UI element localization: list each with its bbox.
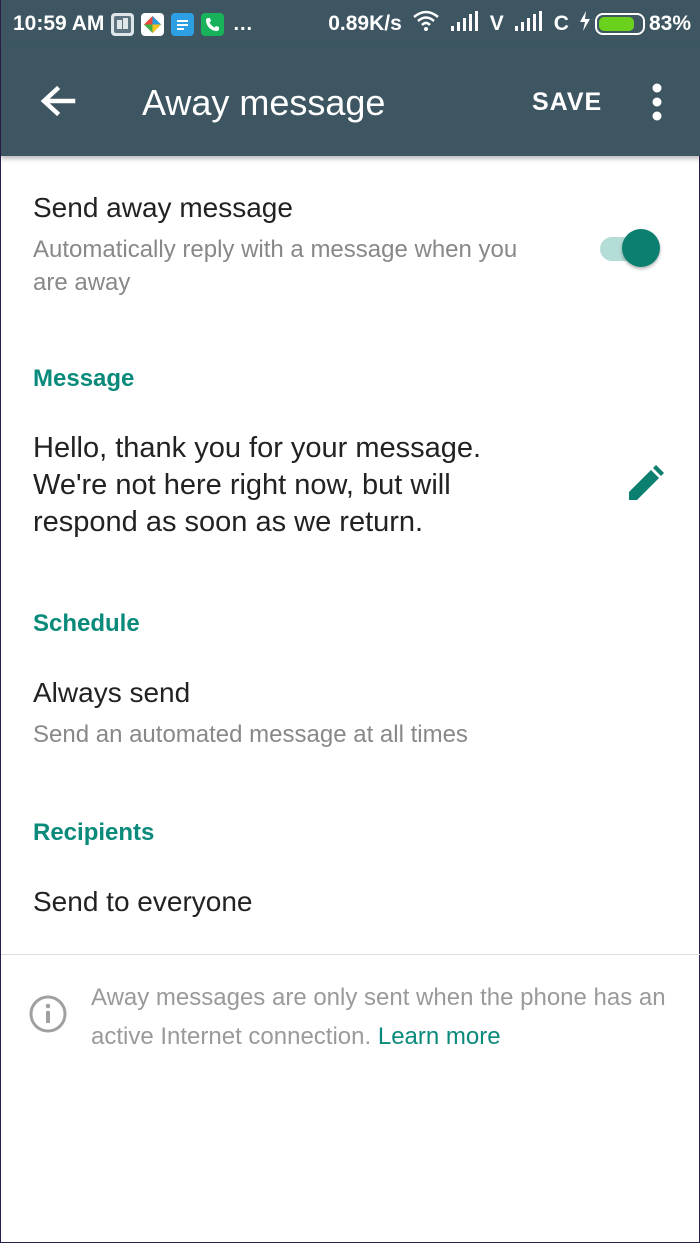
status-time: 10:59 AM (13, 12, 105, 35)
schedule-title: Always send (33, 677, 191, 708)
recipients-title: Send to everyone (33, 886, 253, 917)
arrow-back-icon (40, 85, 76, 117)
save-button[interactable]: SAVE (532, 88, 602, 117)
info-icon (28, 994, 68, 1034)
charging-icon (579, 11, 591, 37)
message-text: Hello, thank you for your message. We're… (33, 432, 482, 538)
gallery-app-icon (111, 12, 135, 36)
send-away-toggle[interactable] (598, 223, 664, 267)
send-away-title: Send away message (33, 192, 293, 223)
wifi-icon (412, 10, 440, 38)
signal-icon (514, 10, 544, 38)
battery-icon (594, 13, 645, 35)
recipients-row[interactable]: Send to everyone (1, 868, 700, 938)
docs-app-icon (171, 12, 195, 36)
back-button[interactable] (31, 76, 83, 128)
message-section-header: Message (33, 365, 135, 392)
phone-app-icon (201, 12, 225, 36)
battery-percent: 83% (648, 12, 691, 35)
app-bar: Away message SAVE (1, 48, 700, 156)
schedule-row[interactable]: Always send Send an automated message at… (1, 661, 700, 771)
carrier-label-2: C (553, 12, 569, 35)
schedule-subtitle: Send an automated message at all times (33, 721, 468, 748)
more-vert-icon (652, 83, 662, 121)
info-footer: Away messages are only sent when the pho… (91, 978, 671, 1056)
send-away-row[interactable]: Send away message Automatically reply wi… (1, 178, 700, 308)
page-title: Away message (142, 82, 386, 123)
learn-more-link[interactable]: Learn more (378, 1023, 501, 1050)
network-speed: 0.89K/s (328, 12, 402, 35)
signal-icon (450, 10, 480, 38)
recipients-section-header: Recipients (33, 819, 155, 846)
status-bar: 10:59 AM ... 0.89K/s V C 83% (1, 0, 700, 48)
message-row[interactable]: Hello, thank you for your message. We're… (1, 416, 700, 556)
more-options-button[interactable] (639, 80, 675, 124)
pencil-icon (629, 465, 664, 500)
games-app-icon (141, 12, 165, 36)
schedule-section-header: Schedule (33, 610, 140, 637)
more-notifications: ... (233, 12, 254, 35)
divider (1, 954, 700, 955)
edit-message-button[interactable] (623, 462, 667, 506)
carrier-label-1: V (489, 12, 504, 35)
send-away-subtitle: Automatically reply with a message when … (33, 236, 518, 296)
